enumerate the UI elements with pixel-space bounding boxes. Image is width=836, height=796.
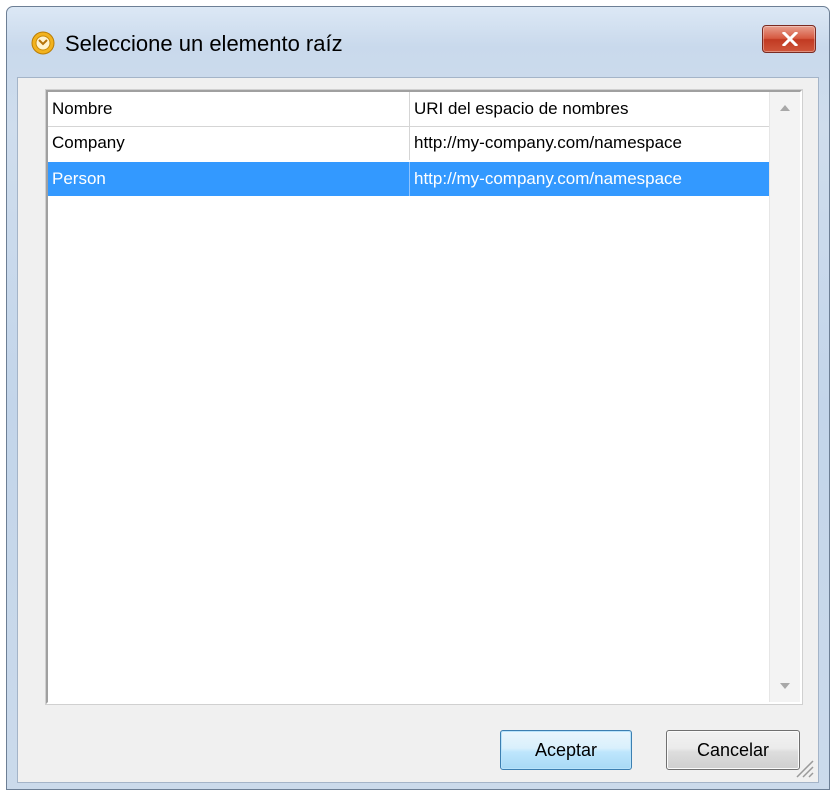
scroll-up-button[interactable] (770, 92, 800, 124)
dialog-window: Seleccione un elemento raíz Nombre URI d… (6, 6, 830, 790)
app-icon (31, 31, 55, 55)
column-header-name[interactable]: Nombre (48, 92, 410, 126)
row-name-cell: Person (48, 162, 410, 196)
list-header: Nombre URI del espacio de nombres (48, 92, 776, 127)
close-button[interactable] (762, 25, 816, 53)
resize-grip-icon[interactable] (792, 756, 814, 778)
dialog-client-area: Nombre URI del espacio de nombres Compan… (17, 77, 819, 783)
scroll-up-arrow-icon (780, 105, 790, 111)
list-row-person[interactable]: Person http://my-company.com/namespace (48, 162, 776, 196)
row-name-cell: Company (48, 126, 410, 160)
row-uri-cell: http://my-company.com/namespace (414, 133, 683, 152)
scroll-down-button[interactable] (770, 670, 800, 702)
title-bar[interactable]: Seleccione un elemento raíz (7, 7, 829, 79)
ok-button[interactable]: Aceptar (500, 730, 632, 770)
column-header-namespace-uri[interactable]: URI del espacio de nombres (410, 92, 776, 126)
vertical-scrollbar[interactable] (769, 92, 800, 702)
scroll-down-arrow-icon (780, 683, 790, 689)
dialog-title: Seleccione un elemento raíz (65, 31, 343, 56)
row-uri-cell: http://my-company.com/namespace (414, 169, 683, 188)
close-icon (781, 32, 799, 46)
list-row-company[interactable]: Company http://my-company.com/namespace (48, 126, 776, 160)
root-element-list[interactable]: Nombre URI del espacio de nombres Compan… (46, 90, 802, 704)
cancel-button[interactable]: Cancelar (666, 730, 800, 770)
